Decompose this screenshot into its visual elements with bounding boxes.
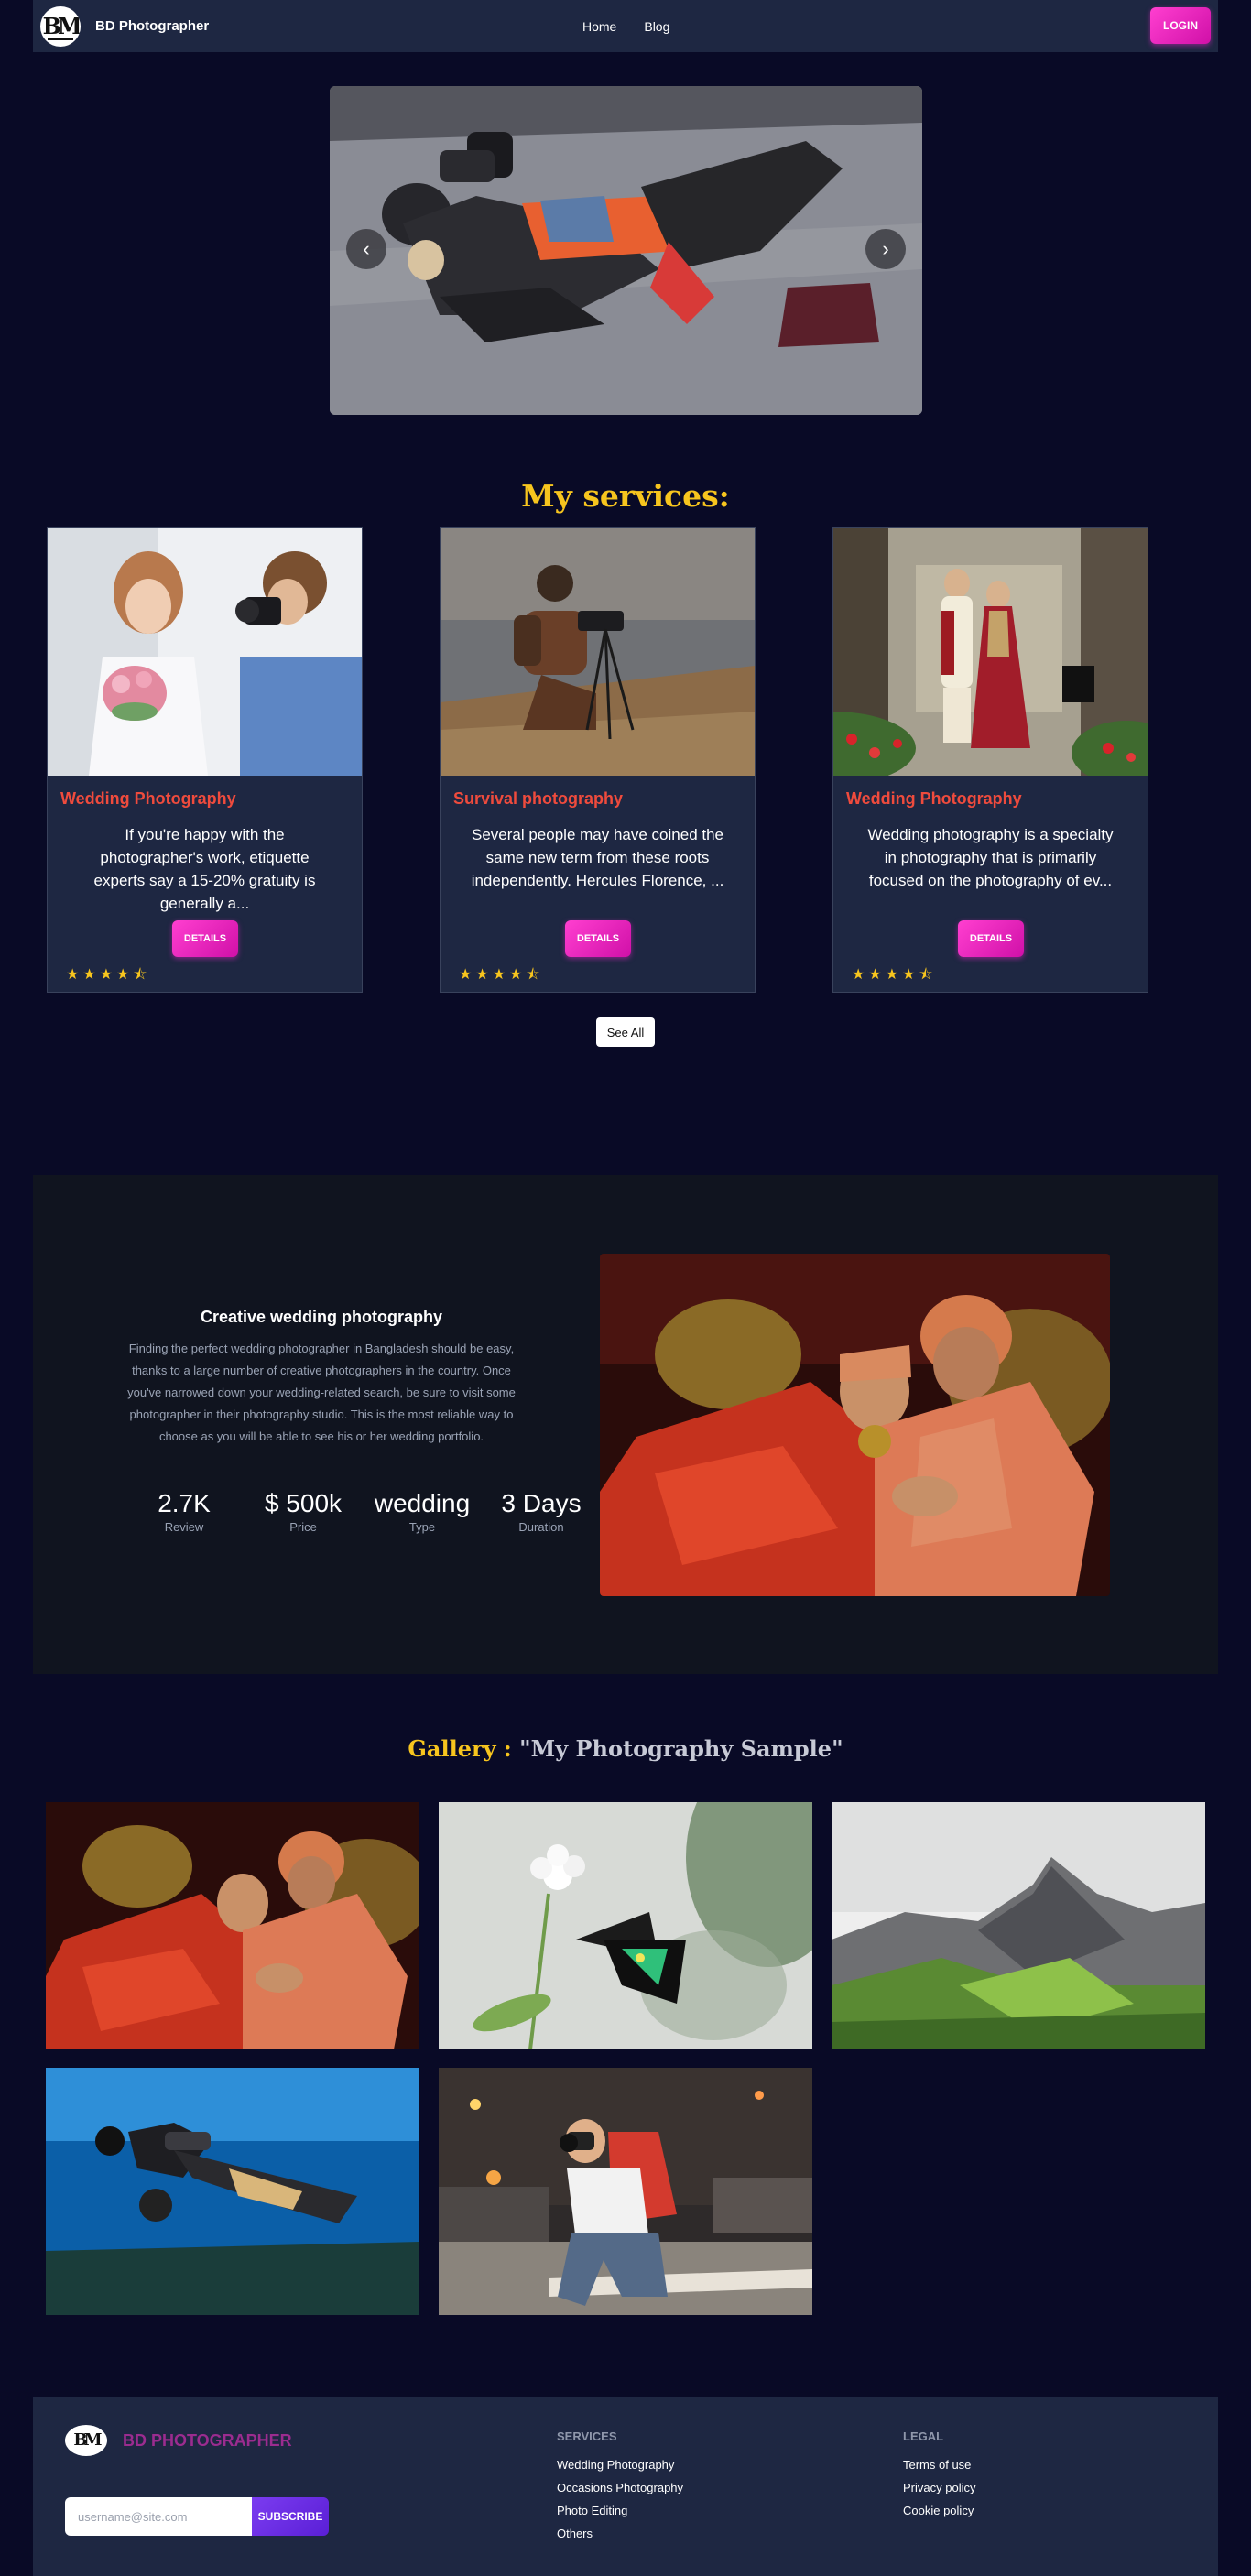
stat-value: 2.7K	[158, 1489, 211, 1517]
stat-value: wedding	[374, 1489, 471, 1517]
star-half-icon: ⯪	[526, 967, 544, 983]
star-half-icon: ⯪	[133, 967, 151, 983]
stat-review: 2.7K Review	[125, 1489, 244, 1534]
stat-label: Type	[408, 1520, 436, 1534]
footer-link-photo-editing[interactable]: Photo Editing	[557, 2504, 683, 2517]
stats-row: 2.7K Review $ 500k Price wedding Type 3 …	[125, 1489, 601, 1534]
stat-label: Duration	[518, 1520, 564, 1534]
footer-services-title: SERVICES	[557, 2429, 617, 2443]
service-title: Wedding Photography	[60, 789, 236, 808]
hero-image	[330, 86, 922, 415]
stat-value: 3 Days	[501, 1489, 582, 1517]
stat-duration: 3 Days Duration	[482, 1489, 601, 1534]
gallery-image-wedding[interactable]	[46, 1802, 419, 2049]
gallery-label: Gallery :	[408, 1735, 512, 1762]
gallery-image-diver[interactable]	[46, 2068, 419, 2315]
logo[interactable]: BM	[40, 5, 81, 47]
service-description: If you're happy with the photographer's …	[93, 826, 316, 912]
brand-name[interactable]: BD Photographer	[95, 18, 209, 34]
details-button[interactable]: DETAILS	[172, 920, 238, 957]
star-icon: ★	[852, 967, 869, 983]
stat-label: Price	[289, 1520, 317, 1534]
gallery-subtitle: "My Photography Sample"	[519, 1735, 843, 1762]
service-card: Wedding Photography If you're happy with…	[47, 527, 363, 993]
services-title: My services:	[521, 478, 730, 514]
star-icon: ★	[82, 967, 100, 983]
rating-stars: ★★★★⯪	[459, 964, 544, 989]
service-description: Wedding photography is a specialty in ph…	[867, 826, 1114, 889]
feature-section: Creative wedding photography Finding the…	[33, 1175, 1218, 1674]
gallery-title: Gallery : "My Photography Sample"	[0, 1735, 1251, 1762]
service-image	[833, 528, 1148, 776]
star-icon: ★	[492, 967, 510, 983]
footer: BM BD PHOTOGRAPHER SUBSCRIBE SERVICES We…	[33, 2397, 1218, 2576]
footer-link-others[interactable]: Others	[557, 2527, 683, 2540]
stat-type: wedding Type	[363, 1489, 482, 1534]
hero-carousel: ‹ ›	[330, 86, 922, 415]
service-title: Survival photography	[453, 789, 624, 808]
nav-links: Home Blog	[582, 0, 669, 52]
star-icon: ★	[885, 967, 903, 983]
star-half-icon: ⯪	[919, 967, 937, 983]
subscribe-button[interactable]: SUBSCRIBE	[252, 2497, 329, 2536]
details-button[interactable]: DETAILS	[958, 920, 1024, 957]
feature-image	[600, 1254, 1110, 1596]
feature-title: Creative wedding photography	[200, 1308, 443, 1326]
footer-brand: BD PHOTOGRAPHER	[123, 2431, 292, 2450]
star-icon: ★	[116, 967, 134, 983]
see-all-button[interactable]: See All	[596, 1017, 655, 1047]
stat-price: $ 500k Price	[244, 1489, 363, 1534]
footer-legal-column: LEGAL Terms of use Privacy policy Cookie…	[903, 2429, 975, 2527]
star-icon: ★	[475, 967, 493, 983]
gallery-image-street-photographer[interactable]	[439, 2068, 812, 2315]
service-image	[441, 528, 755, 776]
logo-mark-icon: BM	[73, 2430, 102, 2450]
star-icon: ★	[509, 967, 527, 983]
login-button[interactable]: LOGIN	[1150, 7, 1211, 44]
footer-link-wedding-photography[interactable]: Wedding Photography	[557, 2458, 683, 2472]
nav-link-home[interactable]: Home	[582, 19, 616, 34]
service-image	[48, 528, 362, 776]
service-title: Wedding Photography	[846, 789, 1022, 808]
footer-link-terms[interactable]: Terms of use	[903, 2458, 975, 2472]
details-button[interactable]: DETAILS	[565, 920, 631, 957]
footer-logo[interactable]: BM	[65, 2425, 107, 2456]
feature-description: Finding the perfect wedding photographer…	[127, 1342, 516, 1443]
stat-label: Review	[164, 1520, 204, 1534]
footer-legal-title: LEGAL	[903, 2429, 944, 2443]
footer-services-column: SERVICES Wedding Photography Occasions P…	[557, 2429, 683, 2549]
star-icon: ★	[99, 967, 117, 983]
carousel-next-button[interactable]: ›	[865, 229, 906, 269]
star-icon: ★	[868, 967, 886, 983]
rating-stars: ★★★★⯪	[852, 964, 937, 989]
gallery-image-butterfly[interactable]	[439, 1802, 812, 2049]
subscribe-form: SUBSCRIBE	[65, 2497, 329, 2536]
service-description: Several people may have coined the same …	[471, 826, 724, 889]
email-input[interactable]	[65, 2497, 252, 2536]
navbar: BM BD Photographer Home Blog LOGIN	[33, 0, 1218, 52]
stat-value: $ 500k	[264, 1489, 343, 1517]
footer-link-occasions-photography[interactable]: Occasions Photography	[557, 2481, 683, 2494]
star-icon: ★	[66, 967, 83, 983]
footer-link-cookie[interactable]: Cookie policy	[903, 2504, 975, 2517]
star-icon: ★	[459, 967, 476, 983]
service-card: Wedding Photography Wedding photography …	[832, 527, 1148, 993]
rating-stars: ★★★★⯪	[66, 964, 151, 989]
logo-mark-icon: BM	[42, 12, 81, 39]
footer-link-privacy[interactable]: Privacy policy	[903, 2481, 975, 2494]
nav-link-blog[interactable]: Blog	[644, 19, 669, 34]
gallery-image-mountains[interactable]	[832, 1802, 1205, 2049]
carousel-prev-button[interactable]: ‹	[346, 229, 386, 269]
service-card: Survival photography Several people may …	[440, 527, 756, 993]
star-icon: ★	[902, 967, 919, 983]
